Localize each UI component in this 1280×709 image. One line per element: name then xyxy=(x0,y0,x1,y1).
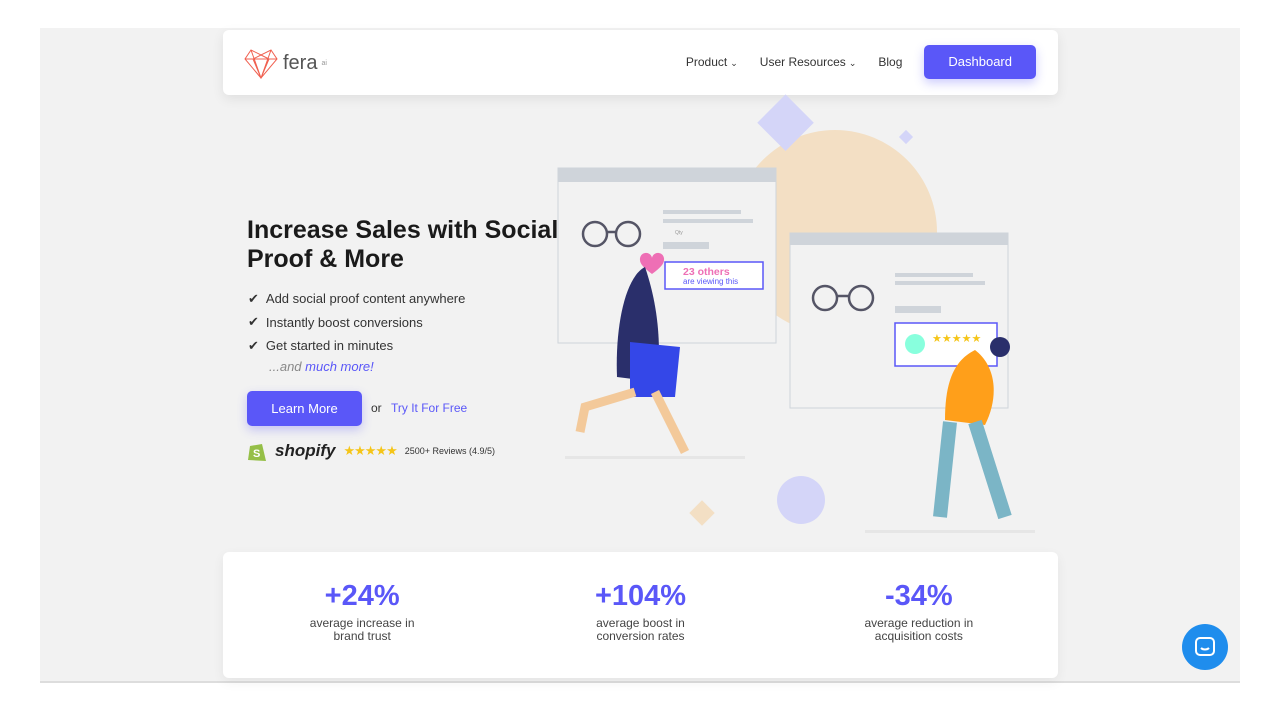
stat-conversion: +104% average boost in conversion rates xyxy=(501,552,779,678)
stat-label: average reduction in acquisition costs xyxy=(864,616,974,643)
chevron-down-icon: ⌄ xyxy=(730,58,738,68)
feature-text: Instantly boost conversions xyxy=(265,314,423,330)
stats-bar: +24% average increase in brand trust +104… xyxy=(223,552,1058,678)
check-icon: ✔ xyxy=(248,337,259,353)
nav-blog[interactable]: Blog xyxy=(878,55,902,69)
or-text: or xyxy=(371,401,382,415)
review-stars: ★★★★★ xyxy=(932,333,981,345)
review-count: 2500+ Reviews (4.9/5) xyxy=(404,446,496,456)
feature-item: ✔ Add social proof content anywhere xyxy=(248,287,465,311)
feature-text: Add social proof content anywhere xyxy=(265,291,466,307)
navbar: fera ai Product ⌄ User Resources ⌄ Blog Das… xyxy=(223,30,1058,95)
qty-label: Qty xyxy=(675,230,683,236)
much-more-link[interactable]: much more! xyxy=(305,359,374,374)
shopify-rating: S shopify ★★★★★ 2500+ Reviews (4.9/5) xyxy=(247,440,495,462)
nav-user-resources[interactable]: User Resources ⌄ xyxy=(760,55,857,69)
brand-suffix: ai xyxy=(321,59,327,67)
learn-more-button[interactable]: Learn More xyxy=(247,391,362,426)
stat-brand-trust: +24% average increase in brand trust xyxy=(223,552,501,678)
feature-item: ✔ Instantly boost conversions xyxy=(248,311,465,335)
stat-value: +104% xyxy=(594,580,687,612)
check-icon: ✔ xyxy=(248,314,259,330)
try-free-link[interactable]: Try It For Free xyxy=(391,401,467,415)
heart-logo-icon xyxy=(244,49,278,79)
feature-item: ✔ Get started in minutes xyxy=(248,334,465,358)
stat-acquisition: -34% average reduction in acquisition cos… xyxy=(780,552,1058,678)
rating-stars: ★★★★★ xyxy=(343,443,397,458)
hero-illustration: Qty 23 others are viewing this ★★★★★ xyxy=(557,94,1035,533)
feature-text: Get started in minutes xyxy=(265,338,394,354)
nav-label: User Resources xyxy=(759,55,846,69)
viewing-text: are viewing this xyxy=(683,277,738,286)
stat-value: -34% xyxy=(884,580,953,612)
nav-product[interactable]: Product ⌄ xyxy=(686,55,738,69)
brand-name: fera xyxy=(283,51,318,74)
chat-launcher-button[interactable] xyxy=(1182,624,1228,670)
shopify-bag-icon: S xyxy=(248,444,266,461)
hero-title: Increase Sales with Social Proof & More xyxy=(247,216,559,273)
dashboard-button[interactable]: Dashboard xyxy=(924,45,1036,79)
more-text: ...and much more! xyxy=(269,359,374,374)
shopify-wordmark: shopify xyxy=(275,441,336,460)
nav-label: Product xyxy=(685,55,728,69)
feature-list: ✔ Add social proof content anywhere ✔ Inst… xyxy=(248,287,465,358)
check-icon: ✔ xyxy=(248,290,259,306)
svg-text:S: S xyxy=(253,448,260,460)
chat-icon xyxy=(1195,637,1215,656)
chevron-down-icon: ⌄ xyxy=(848,58,857,68)
stat-value: +24% xyxy=(324,580,400,612)
stat-label: average boost in conversion rates xyxy=(596,616,685,643)
stat-label: average increase in brand trust xyxy=(309,616,415,643)
logo[interactable]: fera ai xyxy=(243,47,327,79)
more-prefix: ...and xyxy=(269,359,306,374)
